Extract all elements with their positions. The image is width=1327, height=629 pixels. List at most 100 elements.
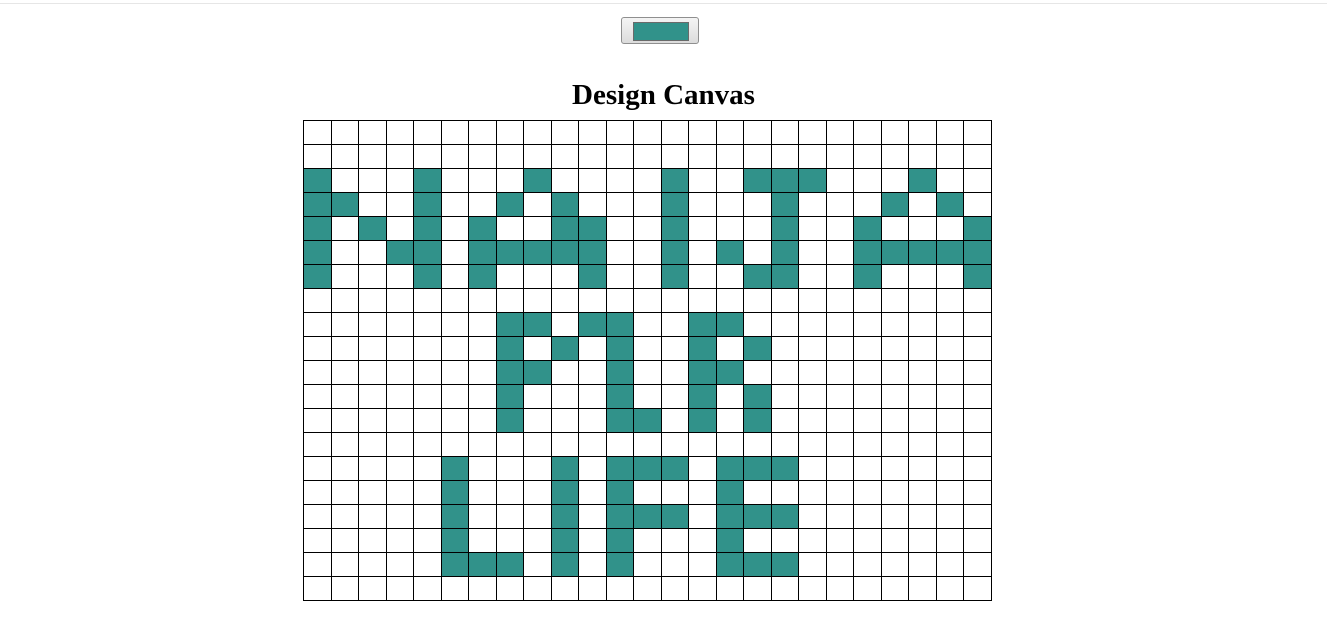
- canvas-cell[interactable]: [495, 504, 524, 529]
- canvas-cell[interactable]: [605, 144, 634, 169]
- canvas-cell[interactable]: [935, 264, 964, 289]
- canvas-cell[interactable]: [825, 360, 854, 385]
- canvas-cell[interactable]: [578, 192, 607, 217]
- canvas-cell[interactable]: [413, 288, 442, 313]
- canvas-cell-filled[interactable]: [468, 240, 497, 265]
- canvas-cell-filled[interactable]: [303, 240, 332, 265]
- canvas-cell[interactable]: [385, 432, 414, 457]
- canvas-cell-filled[interactable]: [853, 264, 882, 289]
- canvas-cell[interactable]: [330, 312, 359, 337]
- canvas-cell-filled[interactable]: [303, 216, 332, 241]
- canvas-cell[interactable]: [578, 384, 607, 409]
- canvas-cell[interactable]: [385, 384, 414, 409]
- canvas-cell[interactable]: [908, 576, 937, 601]
- canvas-cell[interactable]: [853, 528, 882, 553]
- canvas-cell[interactable]: [935, 168, 964, 193]
- canvas-cell[interactable]: [825, 144, 854, 169]
- canvas-cell[interactable]: [743, 120, 772, 145]
- canvas-cell[interactable]: [605, 432, 634, 457]
- canvas-cell[interactable]: [935, 432, 964, 457]
- canvas-cell-filled[interactable]: [578, 264, 607, 289]
- canvas-cell-filled[interactable]: [743, 408, 772, 433]
- canvas-cell[interactable]: [908, 312, 937, 337]
- canvas-cell[interactable]: [660, 336, 689, 361]
- canvas-cell[interactable]: [798, 480, 827, 505]
- canvas-cell[interactable]: [908, 384, 937, 409]
- canvas-cell[interactable]: [770, 576, 799, 601]
- canvas-cell[interactable]: [908, 552, 937, 577]
- canvas-cell[interactable]: [853, 408, 882, 433]
- canvas-cell[interactable]: [688, 120, 717, 145]
- canvas-cell[interactable]: [330, 408, 359, 433]
- canvas-cell[interactable]: [880, 288, 909, 313]
- canvas-cell[interactable]: [935, 528, 964, 553]
- canvas-cell[interactable]: [770, 408, 799, 433]
- canvas-cell-filled[interactable]: [358, 216, 387, 241]
- canvas-cell[interactable]: [853, 576, 882, 601]
- canvas-cell[interactable]: [715, 408, 744, 433]
- canvas-cell[interactable]: [715, 144, 744, 169]
- canvas-cell[interactable]: [633, 576, 662, 601]
- canvas-cell[interactable]: [330, 360, 359, 385]
- canvas-cell[interactable]: [743, 288, 772, 313]
- canvas-cell[interactable]: [908, 432, 937, 457]
- canvas-cell[interactable]: [963, 168, 992, 193]
- canvas-cell[interactable]: [825, 216, 854, 241]
- canvas-cell[interactable]: [468, 480, 497, 505]
- canvas-cell-filled[interactable]: [413, 264, 442, 289]
- canvas-cell[interactable]: [715, 216, 744, 241]
- canvas-cell[interactable]: [358, 552, 387, 577]
- canvas-cell[interactable]: [303, 576, 332, 601]
- canvas-cell[interactable]: [908, 456, 937, 481]
- canvas-cell[interactable]: [578, 336, 607, 361]
- canvas-cell[interactable]: [330, 432, 359, 457]
- canvas-cell[interactable]: [413, 504, 442, 529]
- canvas-cell[interactable]: [963, 552, 992, 577]
- canvas-cell-filled[interactable]: [853, 216, 882, 241]
- canvas-cell[interactable]: [440, 408, 469, 433]
- canvas-cell[interactable]: [688, 456, 717, 481]
- canvas-cell-filled[interactable]: [715, 456, 744, 481]
- canvas-cell[interactable]: [688, 216, 717, 241]
- canvas-cell[interactable]: [358, 432, 387, 457]
- canvas-cell[interactable]: [715, 120, 744, 145]
- canvas-cell-filled[interactable]: [413, 216, 442, 241]
- canvas-cell[interactable]: [468, 168, 497, 193]
- canvas-cell[interactable]: [935, 456, 964, 481]
- canvas-cell[interactable]: [440, 312, 469, 337]
- canvas-cell[interactable]: [578, 288, 607, 313]
- canvas-cell[interactable]: [303, 120, 332, 145]
- canvas-cell[interactable]: [825, 552, 854, 577]
- canvas-cell-filled[interactable]: [688, 408, 717, 433]
- canvas-cell[interactable]: [688, 480, 717, 505]
- canvas-cell[interactable]: [468, 384, 497, 409]
- canvas-cell-filled[interactable]: [770, 240, 799, 265]
- canvas-cell-filled[interactable]: [715, 552, 744, 577]
- canvas-cell[interactable]: [495, 288, 524, 313]
- canvas-cell-filled[interactable]: [880, 240, 909, 265]
- canvas-cell[interactable]: [578, 360, 607, 385]
- canvas-cell[interactable]: [715, 336, 744, 361]
- canvas-cell-filled[interactable]: [413, 192, 442, 217]
- canvas-cell[interactable]: [495, 480, 524, 505]
- canvas-cell[interactable]: [413, 408, 442, 433]
- canvas-cell[interactable]: [798, 192, 827, 217]
- canvas-cell[interactable]: [523, 192, 552, 217]
- canvas-cell[interactable]: [963, 120, 992, 145]
- canvas-cell-filled[interactable]: [935, 192, 964, 217]
- canvas-cell[interactable]: [550, 576, 579, 601]
- canvas-cell[interactable]: [660, 144, 689, 169]
- canvas-cell-filled[interactable]: [468, 216, 497, 241]
- canvas-cell[interactable]: [660, 360, 689, 385]
- canvas-cell[interactable]: [358, 384, 387, 409]
- canvas-cell-filled[interactable]: [468, 552, 497, 577]
- canvas-cell[interactable]: [578, 552, 607, 577]
- canvas-cell[interactable]: [798, 408, 827, 433]
- canvas-cell[interactable]: [743, 240, 772, 265]
- canvas-cell-filled[interactable]: [743, 456, 772, 481]
- canvas-cell[interactable]: [413, 528, 442, 553]
- canvas-cell[interactable]: [798, 384, 827, 409]
- canvas-cell[interactable]: [935, 312, 964, 337]
- canvas-cell[interactable]: [633, 240, 662, 265]
- canvas-cell[interactable]: [523, 264, 552, 289]
